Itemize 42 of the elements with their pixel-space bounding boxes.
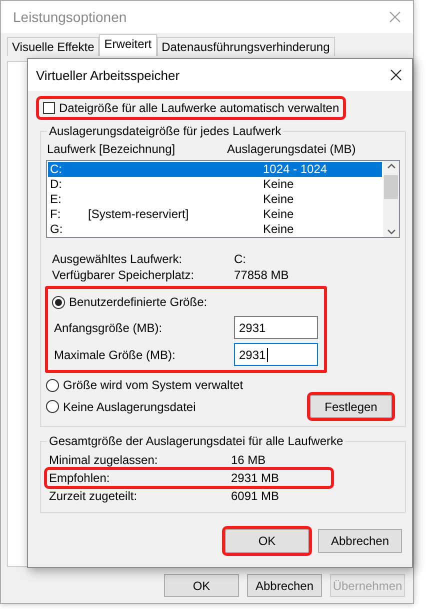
group-title: Gesamtgröße der Auslagerungsdatei für alle Laufwerke [47, 434, 346, 448]
field-label: Anfangsgröße (MB): [54, 320, 162, 334]
scroll-up-icon[interactable] [386, 163, 396, 169]
drive-row[interactable]: C: 1024 - 1024 [48, 162, 382, 177]
dialog-button[interactable]: OK [164, 574, 239, 597]
info-label: Empfohlen: [49, 471, 111, 485]
info-value: 77858 MB [234, 268, 290, 282]
drive-list[interactable]: C: 1024 - 1024 D: Keine E: Keine F: [System-reserviert] Keine G: Keine [46, 160, 400, 238]
info-value: C: [234, 252, 247, 266]
dialog-button[interactable]: Abbrechen [318, 529, 402, 553]
drive-row[interactable]: E: Keine [48, 192, 382, 207]
info-value: 2931 MB [231, 471, 280, 485]
tab[interactable]: Erweitert [99, 34, 157, 56]
info-label: Verfügbarer Speicherplatz: [52, 268, 196, 282]
info-value: 6091 MB [231, 489, 280, 503]
close-icon[interactable] [390, 69, 402, 81]
scrollbar[interactable] [383, 161, 399, 237]
dialog-button[interactable]: OK [225, 529, 309, 553]
info-label: Minimal zugelassen: [49, 453, 159, 467]
drive-row[interactable]: D: Keine [48, 177, 382, 192]
radio-option[interactable]: Keine Auslagerungsdatei [46, 396, 196, 416]
tab[interactable]: Datenausführungsverhinderung [156, 37, 335, 56]
auto-manage-checkbox[interactable]: Dateigröße für alle Laufwerke automatisch verwalten [39, 99, 344, 117]
drive-row[interactable]: F: [System-reserviert] Keine [48, 207, 382, 222]
scroll-down-icon[interactable] [386, 229, 396, 235]
radio-option[interactable]: Größe wird vom System verwaltet [46, 375, 400, 395]
dialog-button[interactable]: Abbrechen [247, 574, 322, 597]
window-title: Leistungsoptionen [13, 9, 127, 25]
info-label: Ausgewähltes Laufwerk: [52, 252, 184, 266]
input-field[interactable]: 2931 [234, 343, 318, 366]
set-button[interactable]: Festlegen [310, 395, 392, 418]
tab[interactable]: Visuelle Effekte [7, 37, 100, 56]
info-value: 16 MB [231, 453, 267, 467]
column-header: Laufwerk [Bezeichnung] [47, 142, 176, 156]
group-title: Auslagerungsdateigröße für jedes Laufwerk [47, 124, 284, 138]
info-label: Zurzeit zugeteilt: [49, 489, 138, 503]
column-header: Auslagerungsdatei (MB) [227, 142, 357, 156]
input-field[interactable]: 2931 [234, 316, 318, 339]
field-label: Maximale Größe (MB): [54, 348, 176, 362]
dialog-title: Virtueller Arbeitsspeicher [36, 68, 180, 82]
drive-row[interactable]: G: Keine [48, 222, 382, 237]
radio-option[interactable]: Benutzerdefinierte Größe: [52, 292, 318, 312]
